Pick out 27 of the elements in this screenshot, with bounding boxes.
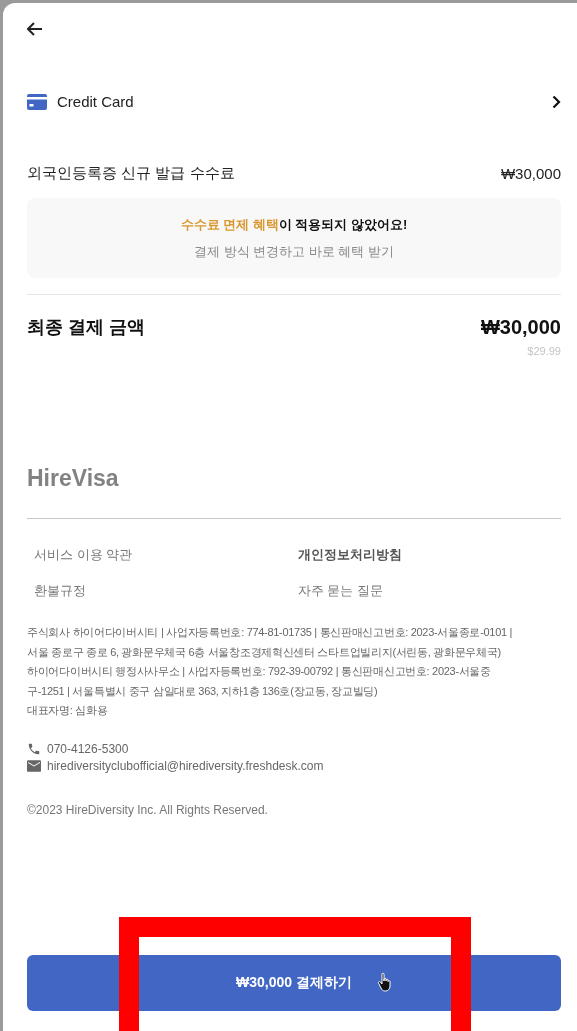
phone-number: 070-4126-5300 — [47, 741, 129, 756]
brand-logo: HireVisa — [27, 465, 120, 492]
notice-headline: 수수료 면제 혜택이 적용되지 않았어요! — [180, 215, 408, 234]
company-info-line: 서울 종로구 종로 6, 광화문우체국 6층 서울창조경제혁신센터 스타트업빌리지(서린동, 광화문우체국) — [27, 644, 502, 660]
company-info-line: 주식회사 하이어다이버시티 | 사업자등록번호: 774-81-01735 | 통신판매신고번호: 2023-서울종로-0101 | — [27, 625, 514, 640]
footer-link[interactable]: 자주 묻는 질문 — [297, 583, 383, 599]
phone-icon — [27, 741, 41, 756]
fee-label: 외국인등록증 신규 발급 수수료 — [27, 164, 235, 183]
copyright-text: ©2023 HireDiversity Inc. All Rights Reserved. — [27, 802, 269, 817]
footer-link[interactable]: 환불규정 — [34, 583, 86, 599]
notice-subtext: 결제 방식 변경하고 바로 혜택 받기 — [193, 242, 395, 261]
company-info-line: 대표자명: 심화용 — [27, 703, 109, 718]
pay-button[interactable]: ₩30,000 결제하기 — [27, 955, 561, 1011]
company-info-line: 하이어다이버시티 행정사사무소 | 사업자등록번호: 792-39-00792 | 통신판매신고번호: 2023-서울중 — [27, 664, 492, 679]
chevron-right-icon[interactable] — [552, 94, 561, 109]
total-label: 최종 결제 금액 — [27, 316, 145, 339]
footer-link[interactable]: 서비스 이용 약관 — [34, 547, 133, 563]
footer-link[interactable]: 개인정보처리방침 — [297, 547, 402, 563]
fee-amount: ₩30,000 — [500, 165, 561, 182]
company-info-line: 구-1251 | 서울특별시 중구 삼일대로 363, 지하1층 136호(장교동, 장교빌딩) — [27, 683, 379, 699]
mail-icon — [27, 759, 41, 772]
payment-method-label: Credit Card — [57, 93, 134, 110]
total-amount: ₩30,000 — [480, 315, 561, 339]
email-address: hirediversityclubofficial@hirediversity.freshdesk.com — [47, 758, 324, 773]
back-arrow-icon[interactable] — [27, 22, 43, 36]
credit-card-icon — [27, 93, 47, 110]
converted-amount: $29.99 — [527, 345, 561, 357]
